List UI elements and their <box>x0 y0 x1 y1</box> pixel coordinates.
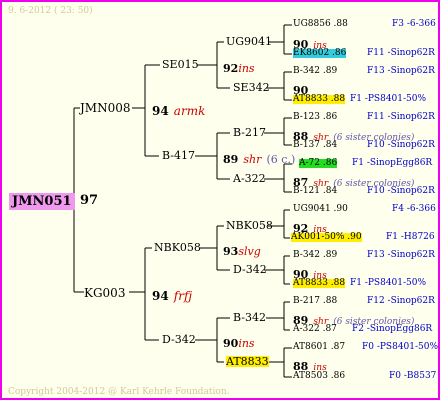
gen4-row-3[interactable]: B-342 .89 <box>293 67 337 76</box>
gen4-row-14-origin: F2 -SinopEgg86R <box>352 324 433 334</box>
great-grandparent-2[interactable]: SE342 <box>233 82 270 93</box>
grandparent-1[interactable]: SE015 <box>162 59 199 70</box>
gen4-row-10-origin: F1 -H8726 <box>386 232 435 242</box>
copyright: Copyright 2004-2012 @ Karl Kehrle Founda… <box>8 387 230 397</box>
gen4-row-15-origin: F0 -PS8401-50% <box>362 342 439 352</box>
grandparent-3[interactable]: NBK058 <box>154 242 201 253</box>
gen4-row-2[interactable]: EK8602 .86 <box>293 49 347 58</box>
gen4-row-12-origin: F1 -PS8401-50% <box>350 278 427 288</box>
gen4-row-5-origin: F11 -Sinop62R <box>367 112 435 122</box>
grandparent-4[interactable]: D-342 <box>162 334 196 345</box>
gen4-row-14[interactable]: A-322 .87 <box>293 325 337 334</box>
root-year: 97 <box>80 193 99 208</box>
gen4-row-7[interactable]: A-72 .86 <box>299 159 338 168</box>
parent-queen-1[interactable]: JMN008 <box>80 102 131 114</box>
parent-1-info: 94 armk <box>152 104 206 118</box>
great-grandparent-5[interactable]: NBK058 <box>226 220 273 231</box>
gen4-row-3-origin: F13 -Sinop62R <box>367 66 435 76</box>
gen4-row-13[interactable]: B-217 .88 <box>293 297 337 306</box>
gen4-row-8[interactable]: B-121 .84 <box>293 187 337 196</box>
pedigree-chart: 9. 6-2012 ( 23: 50) Copyright 2004-2012 … <box>0 0 440 400</box>
gen4-row-15[interactable]: AT8601 .87 <box>293 343 345 352</box>
grandparent-3-info: 93slvg <box>223 245 261 258</box>
parent-2-info: 94 frfj <box>152 289 193 303</box>
gen4-row-9-origin: F4 -6-366 <box>392 204 436 214</box>
great-grandparent-3[interactable]: B-217 <box>233 127 266 138</box>
grandparent-4-info: 90ins <box>223 337 255 350</box>
gen4-row-16[interactable]: AT8503 .86 <box>293 372 345 381</box>
grandparent-1-info: 92ins <box>223 62 255 75</box>
gen4-row-4-origin: F1 -PS8401-50% <box>350 94 427 104</box>
gen4-row-16-origin: F0 -B8537 <box>389 371 437 381</box>
grandparent-2-info: 89 shr (6 c.) <box>223 153 296 166</box>
great-grandparent-8[interactable]: AT8833 <box>226 356 269 367</box>
gen4-row-1-origin: F3 -6-366 <box>392 19 436 29</box>
gen4-row-13-origin: F12 -Sinop62R <box>367 296 435 306</box>
gen4-row-5[interactable]: B-123 .86 <box>293 113 337 122</box>
gen4-row-10[interactable]: AK001-50% .90 <box>291 233 362 242</box>
gen4-row-11[interactable]: B-342 .89 <box>293 251 337 260</box>
great-grandparent-6[interactable]: D-342 <box>233 264 267 275</box>
gen4-row-1[interactable]: UG8856 .88 <box>293 20 348 29</box>
gen4-row-2-origin: F11 -Sinop62R <box>367 48 435 58</box>
great-grandparent-4[interactable]: A-322 <box>233 173 266 184</box>
gen4-row-12[interactable]: AT8833 .88 <box>293 279 346 288</box>
great-grandparent-1[interactable]: UG9041 <box>226 36 272 47</box>
gen4-row-4[interactable]: AT8833 .88 <box>293 95 346 104</box>
gen4-row-8-origin: F10 -Sinop62R <box>367 186 435 196</box>
gen4-row-9[interactable]: UG9041 .90 <box>293 205 348 214</box>
great-grandparent-7[interactable]: B-342 <box>233 312 266 323</box>
gen4-row-11-origin: F13 -Sinop62R <box>367 250 435 260</box>
grandparent-2[interactable]: B-417 <box>162 150 195 161</box>
gen4-row-6[interactable]: B-137 .84 <box>293 141 337 150</box>
root-queen[interactable]: JMN051 <box>9 193 75 210</box>
gen4-row-6-origin: F10 -Sinop62R <box>367 140 435 150</box>
parent-queen-2[interactable]: KG003 <box>84 287 125 299</box>
generated-date: 9. 6-2012 ( 23: 50) <box>8 6 93 16</box>
gen4-row-7-origin: F1 -SinopEgg86R <box>352 158 433 168</box>
